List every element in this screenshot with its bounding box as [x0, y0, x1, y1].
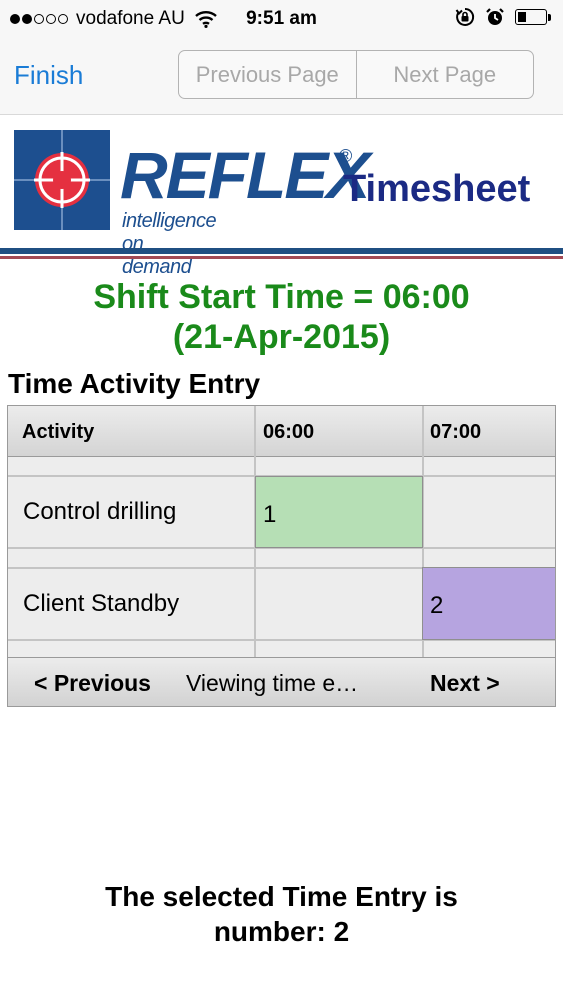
finish-button[interactable]: Finish [14, 60, 83, 91]
battery-level [518, 12, 526, 22]
section-title: Time Activity Entry [8, 368, 261, 399]
previous-page-button[interactable]: Previous Page [179, 51, 356, 98]
orientation-lock-icon [455, 7, 475, 26]
selected-entry-message: The selected Time Entry is [105, 881, 458, 912]
grid-footer: < Previous Viewing time e… Next > [8, 657, 555, 706]
battery-icon [515, 8, 553, 26]
header-divider-red [0, 256, 563, 259]
row-label-client-standby[interactable]: Client Standby [23, 590, 179, 618]
column-header-activity: Activity [22, 421, 95, 443]
page-title: Timesheet [343, 168, 531, 210]
status-right [455, 7, 553, 27]
registered-mark: ® [339, 146, 353, 166]
previous-button[interactable]: < Previous [34, 670, 151, 697]
row-label-control-drilling[interactable]: Control drilling [23, 498, 176, 526]
status-bar: vodafone AU 9:51 am [0, 0, 563, 38]
shift-date: (21-Apr-2015) [172, 318, 391, 356]
crosshair-logo-icon [14, 130, 110, 230]
time-entry-cell[interactable]: 1 [255, 476, 423, 548]
selected-entry-number: number: 2 [213, 916, 350, 947]
next-page-button[interactable]: Next Page [355, 51, 534, 98]
column-header-0600: 06:00 [263, 421, 315, 443]
shift-start-time: Shift Start Time = 06:00 [93, 278, 470, 316]
alarm-icon [486, 8, 504, 25]
paging-status: Viewing time e… [186, 670, 359, 696]
logo-wordmark: REFLEX [120, 138, 370, 212]
time-activity-grid: Activity 06:00 07:00 Control drilling 1 … [7, 405, 556, 707]
page-navigation-control: Previous Page Next Page [178, 50, 534, 99]
column-header-0700: 07:00 [430, 421, 482, 443]
logo-tagline: intelligence on demand [122, 210, 217, 278]
time-entry-cell-selected[interactable]: 2 [422, 567, 555, 640]
navigation-bar: Finish Previous Page Next Page [0, 38, 563, 115]
header-divider-blue [0, 248, 563, 254]
next-button[interactable]: Next > [430, 670, 500, 697]
grid-header: Activity 06:00 07:00 [8, 406, 555, 457]
